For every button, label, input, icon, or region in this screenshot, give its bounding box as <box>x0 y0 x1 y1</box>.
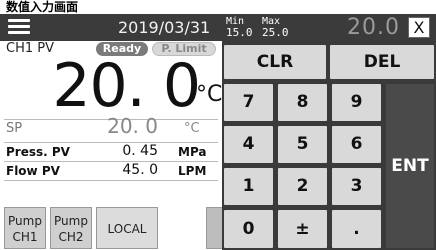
pump-ch1-line2: CH1 <box>12 230 38 244</box>
date-display: 2019/03/31 <box>118 18 211 37</box>
close-button[interactable]: X <box>408 17 430 38</box>
max-value: 25.0 <box>262 26 289 39</box>
pressure-unit: MPa <box>178 145 207 159</box>
sp-label: SP <box>6 121 23 136</box>
pump-ch2-line1: Pump <box>54 214 88 228</box>
key-0[interactable]: 0 <box>224 210 273 248</box>
pressure-label: Press. PV <box>6 145 70 159</box>
divider <box>4 180 218 181</box>
channel-panel: CH1 PV Ready P. Limit 20. 0 °C SP 20. 0 … <box>0 41 222 250</box>
flow-label: Flow PV <box>6 164 60 178</box>
key-5[interactable]: 5 <box>278 126 327 163</box>
key-1[interactable]: 1 <box>224 168 273 205</box>
key-plus-minus[interactable]: ± <box>278 210 327 248</box>
key-decimal[interactable]: . <box>332 210 381 248</box>
more-button[interactable] <box>206 207 222 249</box>
del-key[interactable]: DEL <box>330 45 434 79</box>
numeric-keypad: CLR DEL 7 8 9 4 5 6 1 2 3 0 ± . ENT <box>222 41 436 250</box>
min-value: 15.0 <box>226 26 253 39</box>
top-bar: 2019/03/31 Min 15.0 Max 25.0 20.0 X <box>0 14 436 41</box>
max-limit: Max 25.0 <box>262 16 290 39</box>
key-3[interactable]: 3 <box>332 168 381 205</box>
local-button[interactable]: LOCAL <box>96 207 158 249</box>
pump-ch2-line2: CH2 <box>58 230 84 244</box>
flow-unit: LPM <box>178 164 207 178</box>
key-2[interactable]: 2 <box>278 168 327 205</box>
enter-key[interactable]: ENT <box>386 84 434 248</box>
pump-ch1-line1: Pump <box>8 214 42 228</box>
pump-ch1-button[interactable]: Pump CH1 <box>4 207 46 249</box>
sp-unit: °C <box>184 121 200 136</box>
clr-key[interactable]: CLR <box>224 45 326 79</box>
pump-ch2-button[interactable]: Pump CH2 <box>50 207 92 249</box>
screen-caption: 数值入力画面 <box>0 0 436 14</box>
key-8[interactable]: 8 <box>278 84 327 121</box>
min-limit: Min 15.0 <box>226 16 254 39</box>
key-9[interactable]: 9 <box>332 84 381 121</box>
menu-icon[interactable] <box>8 16 30 38</box>
key-4[interactable]: 4 <box>224 126 273 163</box>
pv-value: 20. 0 <box>52 51 201 121</box>
sp-value[interactable]: 20. 0 <box>96 115 158 137</box>
flow-value: 45. 0 <box>122 162 158 178</box>
key-7[interactable]: 7 <box>224 84 273 121</box>
input-value-display: 20.0 <box>347 15 400 40</box>
pressure-value: 0. 45 <box>122 143 158 159</box>
pv-unit: °C <box>196 82 223 107</box>
key-6[interactable]: 6 <box>332 126 381 163</box>
